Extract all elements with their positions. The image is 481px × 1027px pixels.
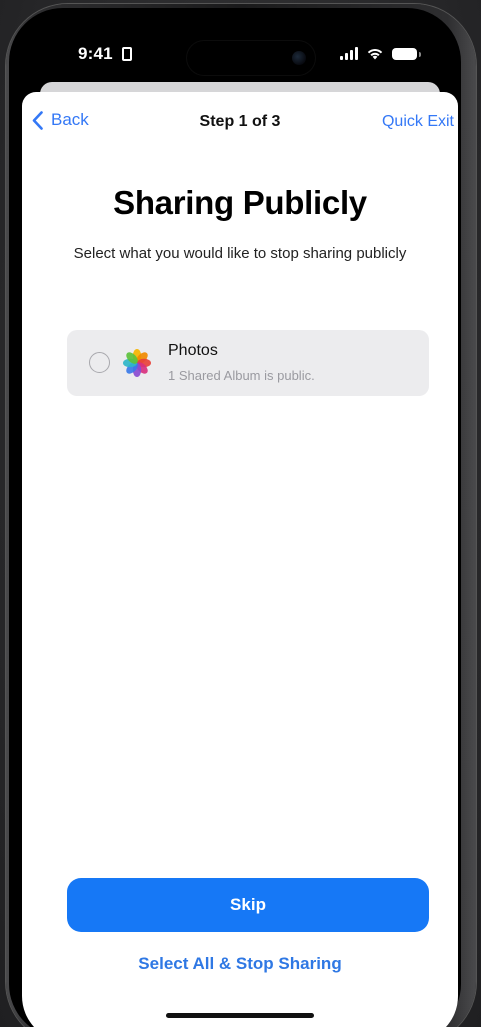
home-indicator <box>166 1013 314 1018</box>
skip-button[interactable]: Skip <box>67 878 429 932</box>
status-time: 9:41 <box>78 44 113 63</box>
dynamic-island <box>186 40 316 76</box>
battery-icon <box>392 48 421 60</box>
option-title: Photos <box>168 342 218 359</box>
focus-badge-icon <box>122 47 132 61</box>
chevron-left-icon <box>32 110 43 130</box>
page-title: Sharing Publicly <box>113 184 367 221</box>
navigation-bar: Back Step 1 of 3 Quick Exit <box>22 110 458 138</box>
wifi-icon <box>367 49 383 60</box>
front-camera <box>292 51 306 65</box>
photos-app-icon <box>123 349 151 377</box>
screenshot-stage: 9:41 Back Step 1 of 3 Quick Exit Sharing… <box>0 0 481 1027</box>
page-subtitle: Select what you would like to stop shari… <box>73 245 407 262</box>
option-description: 1 Shared Album is public. <box>168 368 315 383</box>
quick-exit-button[interactable]: Quick Exit <box>382 113 454 131</box>
select-all-stop-sharing-button[interactable]: Select All & Stop Sharing <box>22 954 458 974</box>
photos-radio[interactable] <box>89 352 110 373</box>
cellular-signal-icon <box>340 47 358 60</box>
sharing-screen: Back Step 1 of 3 Quick Exit Sharing Publ… <box>22 92 458 1027</box>
option-photos[interactable]: Photos 1 Shared Album is public. <box>67 330 429 396</box>
back-button[interactable]: Back <box>32 110 89 130</box>
back-label: Back <box>51 110 89 129</box>
status-bar: 9:41 <box>22 10 458 90</box>
status-icons <box>340 46 421 60</box>
